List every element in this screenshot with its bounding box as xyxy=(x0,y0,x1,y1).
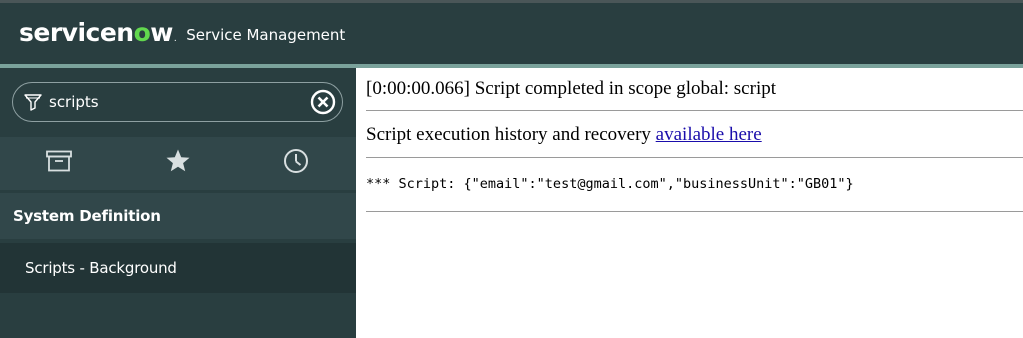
archive-icon xyxy=(46,150,73,177)
star-icon xyxy=(165,148,191,179)
history-text: Script execution history and recovery xyxy=(366,124,656,145)
module-scripts-background[interactable]: Scripts - Background xyxy=(0,243,356,293)
app-title: Service Management xyxy=(186,26,346,44)
script-output-panel: [0:00:00.066] Script completed in scope … xyxy=(356,68,1023,338)
divider xyxy=(366,211,1023,212)
navigator-tabs xyxy=(0,137,356,190)
history-link[interactable]: available here xyxy=(656,124,762,145)
filter-icon xyxy=(23,92,43,112)
navigator-filter[interactable] xyxy=(12,82,343,122)
clear-filter-icon[interactable] xyxy=(310,89,336,115)
favorites-tab[interactable] xyxy=(119,137,238,190)
navigator-sidebar: System Definition Scripts - Background xyxy=(0,68,356,338)
divider xyxy=(366,157,1023,158)
all-applications-tab[interactable] xyxy=(0,137,119,190)
servicenow-logo[interactable]: servicen o w. xyxy=(19,17,177,47)
logo-text-end: w xyxy=(150,17,173,47)
divider xyxy=(366,110,1023,111)
module-label: Scripts - Background xyxy=(25,259,177,277)
application-label: System Definition xyxy=(13,207,161,225)
app-header: servicen o w. Service Management xyxy=(0,0,1023,64)
logo-text-o: o xyxy=(133,17,151,47)
logo-text-start: servicen xyxy=(19,17,134,47)
script-output-line: *** Script: {"email":"test@gmail.com","b… xyxy=(366,176,854,192)
logo-trademark: . xyxy=(173,33,177,44)
history-tab[interactable] xyxy=(237,137,356,190)
application-system-definition[interactable]: System Definition xyxy=(0,193,356,239)
history-icon xyxy=(283,148,309,179)
script-result-line: [0:00:00.066] Script completed in scope … xyxy=(366,78,777,99)
navigator-filter-input[interactable] xyxy=(49,93,294,111)
history-line: Script execution history and recovery av… xyxy=(366,124,762,146)
